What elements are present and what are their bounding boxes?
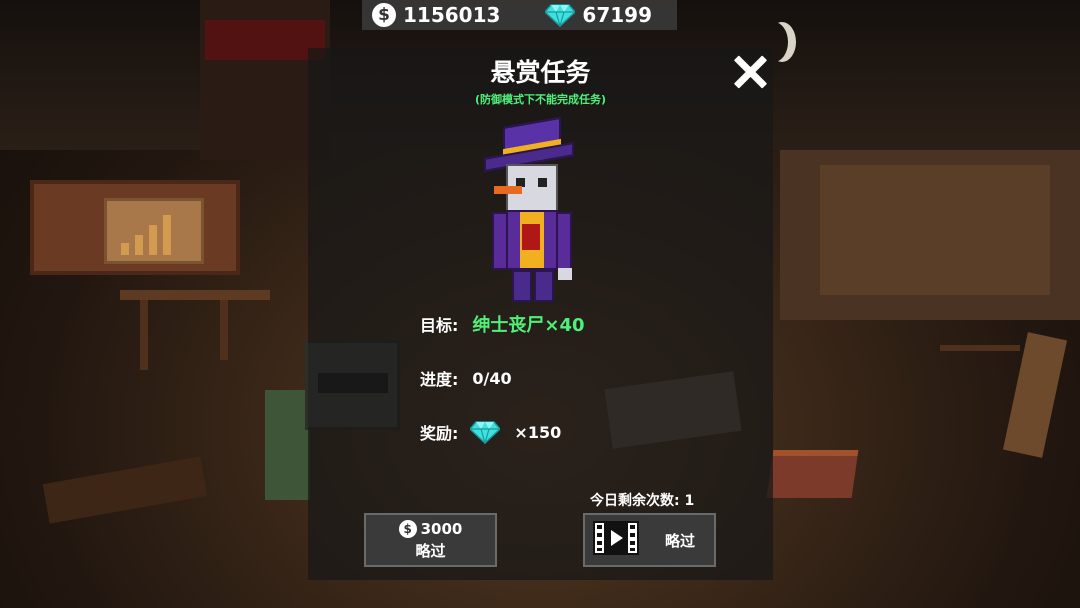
target-value: 绅士丧尸×40	[472, 315, 585, 336]
film-icon	[593, 521, 639, 559]
coin-skip-cost: 3000	[420, 519, 463, 538]
video-skip-label: 略过	[665, 531, 696, 550]
progress-row: 进度: 0/40	[420, 366, 512, 390]
chart-billboard	[30, 180, 240, 275]
book-crate	[766, 450, 859, 498]
target-label: 目标:	[420, 316, 459, 335]
wooden-table	[120, 290, 270, 300]
close-icon[interactable]	[728, 50, 772, 94]
coin-skip-label: 略过	[415, 541, 446, 560]
coin-skip-button[interactable]: $ 3000 略过	[364, 513, 497, 567]
coin-icon: $	[398, 519, 417, 538]
reward-row: 奖励: ×150	[420, 420, 561, 444]
gentleman-zombie-portrait	[478, 116, 588, 305]
gem-balance-group: 67199	[545, 3, 652, 27]
billboard-chart	[104, 198, 204, 264]
gem-icon	[545, 3, 576, 27]
debris	[42, 456, 208, 524]
neon-sign	[205, 20, 325, 60]
video-skip-button[interactable]: 略过	[583, 513, 716, 567]
remaining-attempts: 今日剩余次数: 1	[590, 493, 695, 509]
progress-label: 进度:	[420, 370, 459, 389]
wooden-plank	[1002, 332, 1068, 458]
building-facade	[820, 165, 1050, 295]
dialog-title: 悬赏任务	[490, 58, 591, 87]
progress-value: 0/40	[472, 368, 512, 388]
coin-skip-cost-line: $ 3000	[398, 519, 463, 538]
gem-icon	[470, 420, 501, 444]
reward-label: 奖励:	[420, 424, 459, 443]
table-leg	[140, 300, 148, 370]
bench	[940, 345, 1020, 351]
zombie-arm	[265, 390, 310, 500]
coin-icon: $	[372, 3, 396, 27]
target-row: 目标: 绅士丧尸×40	[420, 311, 585, 337]
reward-value: ×150	[514, 422, 562, 442]
dialog-subtitle: (防御模式下不能完成任务)	[474, 93, 607, 106]
gem-balance: 67199	[582, 3, 653, 27]
coin-balance: 1156013	[403, 3, 501, 27]
table-leg	[220, 300, 228, 360]
currency-bar: $ 1156013 67199	[362, 0, 677, 30]
